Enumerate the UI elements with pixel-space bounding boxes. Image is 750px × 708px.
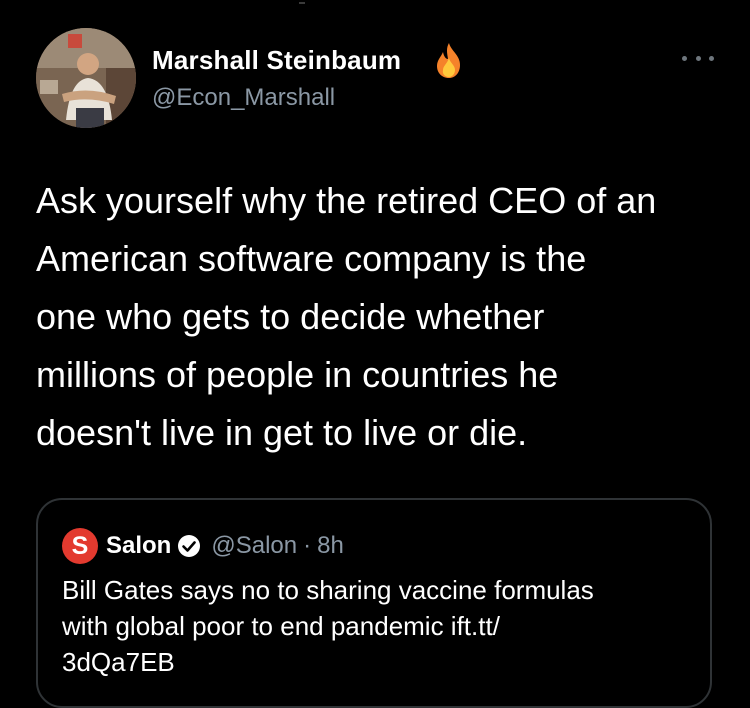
author-name[interactable]: Marshall Steinbaum [152,45,401,76]
quoted-author-handle[interactable]: @Salon [211,532,297,560]
quoted-tweet-header: S Salon @Salon · 8h [62,528,344,564]
quoted-tweet-text: Bill Gates says no to sharing vaccine fo… [62,575,594,677]
avatar-photo [36,28,136,128]
avatar[interactable] [36,28,136,128]
verified-badge-icon [178,535,201,557]
quoted-tweet-card[interactable]: S Salon @Salon · 8h Bill Gates says no t… [36,498,712,708]
quoted-author-name[interactable]: Salon [106,532,171,560]
quoted-timestamp[interactable]: 8h [317,532,344,560]
status-bar-tick [299,2,305,4]
author-handle[interactable]: @Econ_Marshall [152,84,335,112]
more-dot [695,55,701,61]
more-options-icon[interactable] [682,46,714,70]
quoted-separator: · [303,532,312,559]
salon-logo-letter: S [71,531,89,560]
more-dot [682,55,687,61]
fire-icon [437,43,460,78]
tweet-text: Ask yourself why the retired CEO of an A… [36,180,657,453]
more-dot [709,55,714,61]
salon-logo-icon[interactable]: S [62,528,98,564]
